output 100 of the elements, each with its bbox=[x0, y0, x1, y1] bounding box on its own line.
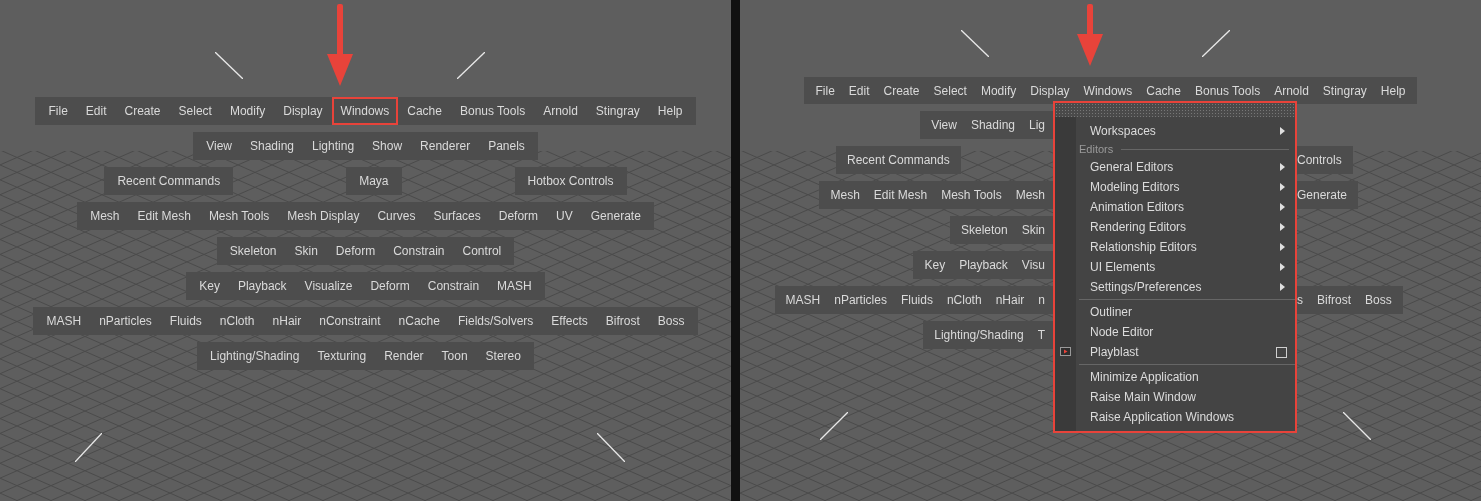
menu-item[interactable]: Modeling Editors bbox=[1055, 177, 1295, 197]
hotbox-item[interactable]: Toon bbox=[432, 342, 477, 370]
hotbox-item[interactable]: Hotbox Controls bbox=[518, 167, 623, 195]
hotbox-item[interactable]: Skin bbox=[1014, 216, 1052, 244]
hotbox-item[interactable]: Key bbox=[190, 272, 229, 300]
hotbox-item[interactable]: Control bbox=[453, 237, 511, 265]
menu-item[interactable]: UI Elements bbox=[1055, 257, 1295, 277]
hotbox-item[interactable]: nParticles bbox=[90, 307, 161, 335]
hotbox-item[interactable]: Lighting bbox=[303, 132, 364, 160]
hotbox-item[interactable]: Edit Mesh bbox=[128, 202, 200, 230]
hotbox-item[interactable]: Skeleton bbox=[953, 216, 1015, 244]
hotbox-item[interactable]: Edit Mesh bbox=[866, 181, 935, 209]
hotbox-item[interactable]: View bbox=[924, 111, 964, 139]
menu-item[interactable]: Playblast bbox=[1055, 342, 1295, 362]
hotbox-item[interactable]: Arnold bbox=[1267, 77, 1316, 104]
hotbox-item[interactable]: Create bbox=[876, 77, 927, 104]
hotbox-item[interactable]: File bbox=[39, 97, 77, 125]
hotbox-item[interactable]: Boss bbox=[648, 307, 694, 335]
hotbox-item[interactable]: Effects bbox=[542, 307, 597, 335]
hotbox-item[interactable]: Edit bbox=[841, 77, 877, 104]
hotbox-item[interactable]: File bbox=[808, 77, 842, 104]
hotbox-item[interactable]: Constrain bbox=[384, 237, 454, 265]
hotbox-item[interactable]: Fluids bbox=[160, 307, 211, 335]
hotbox-item[interactable]: Mesh Tools bbox=[934, 181, 1009, 209]
hotbox-item[interactable]: Skin bbox=[285, 237, 327, 265]
hotbox-item[interactable]: Help bbox=[1373, 77, 1413, 104]
hotbox-item[interactable]: MASH bbox=[37, 307, 91, 335]
menu-item[interactable]: Settings/Preferences bbox=[1055, 277, 1295, 297]
hotbox-item[interactable]: nParticles bbox=[827, 286, 894, 314]
hotbox-item[interactable]: n bbox=[1031, 286, 1052, 314]
hotbox-item[interactable]: Deform bbox=[489, 202, 548, 230]
hotbox-item[interactable]: Texturing bbox=[308, 342, 376, 370]
hotbox-item[interactable]: Arnold bbox=[534, 97, 587, 125]
hotbox-item[interactable]: Lig bbox=[1022, 111, 1052, 139]
hotbox-item[interactable]: Lighting/Shading bbox=[927, 321, 1031, 349]
hotbox-item[interactable]: Visu bbox=[1014, 251, 1052, 279]
hotbox-item[interactable]: Mesh Display bbox=[278, 202, 369, 230]
hotbox-item[interactable]: Shading bbox=[240, 132, 303, 160]
hotbox-item[interactable]: Recent Commands bbox=[108, 167, 230, 195]
menu-item[interactable]: Raise Application Windows bbox=[1055, 407, 1295, 427]
hotbox-item[interactable]: Create bbox=[115, 97, 170, 125]
hotbox-item[interactable]: Select bbox=[169, 97, 221, 125]
hotbox-item[interactable]: Render bbox=[375, 342, 433, 370]
hotbox-item[interactable]: Playback bbox=[228, 272, 296, 300]
menu-item[interactable]: Outliner bbox=[1055, 302, 1295, 322]
hotbox-item[interactable]: Shading bbox=[963, 111, 1022, 139]
hotbox-item[interactable]: Constrain bbox=[418, 272, 489, 300]
menu-item[interactable]: Raise Main Window bbox=[1055, 387, 1295, 407]
hotbox-item[interactable]: View bbox=[197, 132, 241, 160]
hotbox-item[interactable]: Deform bbox=[361, 272, 419, 300]
hotbox-item[interactable]: nHair bbox=[263, 307, 311, 335]
option-box[interactable] bbox=[1276, 347, 1287, 358]
hotbox-item[interactable]: nConstraint bbox=[310, 307, 390, 335]
hotbox-item[interactable]: Bifrost bbox=[1310, 286, 1358, 314]
menu-item[interactable]: General Editors bbox=[1055, 157, 1295, 177]
hotbox-item[interactable]: Fluids bbox=[893, 286, 940, 314]
menu-item[interactable]: Relationship Editors bbox=[1055, 237, 1295, 257]
hotbox-item[interactable]: Bifrost bbox=[596, 307, 649, 335]
menu-item[interactable]: Rendering Editors bbox=[1055, 217, 1295, 237]
hotbox-item[interactable]: Surfaces bbox=[424, 202, 490, 230]
hotbox-item[interactable]: Generate bbox=[581, 202, 650, 230]
hotbox-item[interactable]: T bbox=[1030, 321, 1052, 349]
menu-item[interactable]: Node Editor bbox=[1055, 322, 1295, 342]
menu-item[interactable]: Workspaces bbox=[1055, 121, 1295, 141]
hotbox-item[interactable]: Lighting/Shading bbox=[201, 342, 309, 370]
hotbox-item[interactable]: nHair bbox=[988, 286, 1032, 314]
hotbox-item[interactable]: Stingray bbox=[1315, 77, 1374, 104]
hotbox-item[interactable]: Skeleton bbox=[220, 237, 286, 265]
hotbox-item[interactable]: Panels bbox=[479, 132, 534, 160]
hotbox-item[interactable]: MASH bbox=[488, 272, 541, 300]
menu-item[interactable]: Minimize Application bbox=[1055, 367, 1295, 387]
hotbox-item[interactable]: Modify bbox=[220, 97, 275, 125]
hotbox-item[interactable]: Mesh Tools bbox=[199, 202, 279, 230]
hotbox-item[interactable]: Renderer bbox=[411, 132, 480, 160]
hotbox-item[interactable]: Curves bbox=[368, 202, 425, 230]
hotbox-item[interactable]: nCloth bbox=[210, 307, 264, 335]
hotbox-item[interactable]: Generate bbox=[1297, 181, 1355, 209]
hotbox-item[interactable]: Bonus Tools bbox=[450, 97, 535, 125]
hotbox-item[interactable]: Playback bbox=[952, 251, 1015, 279]
hotbox-item[interactable]: nCache bbox=[389, 307, 449, 335]
hotbox-item[interactable]: Key bbox=[917, 251, 953, 279]
hotbox-item[interactable]: Edit bbox=[76, 97, 116, 125]
hotbox-item[interactable]: Bonus Tools bbox=[1187, 77, 1268, 104]
hotbox-item[interactable]: Cache bbox=[1139, 77, 1188, 104]
hotbox-item[interactable]: Mesh bbox=[823, 181, 867, 209]
hotbox-item[interactable]: Stingray bbox=[586, 97, 649, 125]
hotbox-item[interactable]: Windows bbox=[1076, 77, 1140, 104]
hotbox-item[interactable]: Mesh bbox=[1008, 181, 1052, 209]
hotbox-item[interactable]: UV bbox=[547, 202, 582, 230]
hotbox-item[interactable]: Stereo bbox=[476, 342, 530, 370]
hotbox-item[interactable]: Display bbox=[1023, 77, 1077, 104]
hotbox-item[interactable]: Deform bbox=[326, 237, 385, 265]
hotbox-item[interactable]: Show bbox=[363, 132, 412, 160]
hotbox-item[interactable]: Boss bbox=[1358, 286, 1399, 314]
hotbox-item[interactable]: s bbox=[1297, 286, 1310, 314]
hotbox-item[interactable]: Select bbox=[926, 77, 974, 104]
hotbox-item[interactable]: Help bbox=[648, 97, 692, 125]
hotbox-item[interactable]: Windows bbox=[331, 97, 399, 125]
hotbox-item[interactable]: Recent Commands bbox=[840, 146, 957, 174]
hotbox-item[interactable]: Maya bbox=[350, 167, 398, 195]
